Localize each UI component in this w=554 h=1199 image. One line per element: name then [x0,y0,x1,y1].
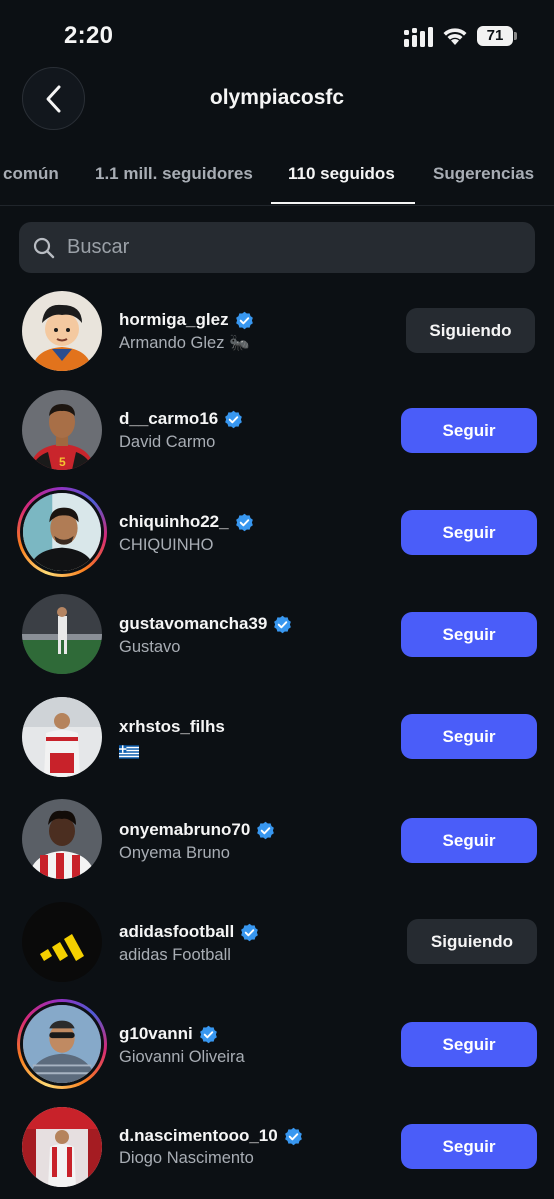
avatar-image [22,594,102,674]
follow-button[interactable]: Seguir [401,510,537,555]
username-text: hormiga_glez [119,310,229,329]
battery-level: 71 [486,27,504,44]
search-bar[interactable] [19,222,535,273]
following-button[interactable]: Siguiendo [407,919,537,964]
verified-badge-icon [235,311,253,329]
tab-followers[interactable]: 1.1 mill. seguidores [95,164,253,184]
avatar-image [22,697,102,777]
avatar[interactable] [22,697,102,777]
following-button[interactable]: Siguiendo [406,308,535,353]
follow-button[interactable]: Seguir [401,818,537,863]
username-text: d__carmo16 [119,409,219,428]
follow-button[interactable]: Seguir [401,408,537,453]
list-item[interactable]: g10vanni Giovanni Oliveira Seguir [0,994,554,1094]
username[interactable]: g10vanni [119,1024,218,1044]
follow-button[interactable]: Seguir [401,714,537,759]
username[interactable]: xrhstos_filhs [119,717,225,737]
svg-text:5: 5 [59,455,66,469]
wifi-icon [443,28,467,45]
verified-badge-icon [199,1025,217,1043]
battery-tip [514,32,517,40]
full-name: Onyema Bruno [119,844,230,862]
full-name: Giovanni Oliveira [119,1048,245,1066]
full-name [119,742,139,761]
tab-suggestions[interactable]: Sugerencias [433,164,534,184]
full-name: Armando Glez 🐜 [119,334,250,352]
verified-badge-icon [257,821,275,839]
search-icon [33,237,55,258]
username-text: adidasfootball [119,922,235,941]
avatar-image: 5 [22,390,102,470]
avatar-image [22,799,102,879]
username-text: d.nascimentooo_10 [119,1126,278,1145]
list-item[interactable]: onyemabruno70 Onyema Bruno Seguir [0,790,554,890]
username[interactable]: adidasfootball [119,922,259,942]
full-name: CHIQUINHO [119,536,214,554]
adidas-logo-icon [22,902,102,982]
avatar-with-story-ring[interactable] [17,999,107,1089]
cellular-signal-icon [404,27,433,47]
tab-bar: común 1.1 mill. seguidores 110 seguidos … [0,162,554,206]
username[interactable]: hormiga_glez [119,310,254,330]
avatar-image [23,493,101,571]
verified-badge-icon [274,615,292,633]
full-name: Diogo Nascimento [119,1149,254,1167]
greece-flag-icon [119,744,139,759]
verified-badge-icon [235,513,253,531]
avatar-image [23,1005,101,1083]
username[interactable]: chiquinho22_ [119,512,254,532]
avatar[interactable] [22,594,102,674]
verified-badge-icon [284,1127,302,1145]
avatar[interactable]: 5 [22,390,102,470]
page-title: olympiacosfc [209,86,345,109]
status-time: 2:20 [64,22,114,49]
username-text: gustavomancha39 [119,614,268,633]
list-item[interactable]: d.nascimentooo_10 Diogo Nascimento Segui… [0,1096,554,1196]
avatar[interactable] [22,902,102,982]
username[interactable]: d__carmo16 [119,409,243,429]
follow-button[interactable]: Seguir [401,1022,537,1067]
username[interactable]: gustavomancha39 [119,614,292,634]
full-name: Gustavo [119,638,181,656]
verified-badge-icon [241,923,259,941]
full-name: David Carmo [119,433,216,451]
follow-button[interactable]: Seguir [401,1124,537,1169]
tab-following[interactable]: 110 seguidos [288,164,395,184]
list-item[interactable]: chiquinho22_ CHIQUINHO Seguir [0,482,554,582]
verified-badge-icon [225,410,243,428]
search-input[interactable] [67,236,487,259]
username-text: chiquinho22_ [119,512,229,531]
follow-button[interactable]: Seguir [401,612,537,657]
avatar-image [22,291,102,371]
avatar[interactable] [22,291,102,371]
status-bar: 2:20 71 [0,0,554,72]
list-item[interactable]: adidasfootball adidas Football Siguiendo [0,892,554,992]
list-item[interactable]: 5 d__carmo16 David Carmo Seguir [0,380,554,480]
tab-common[interactable]: común [3,164,59,184]
username[interactable]: d.nascimentooo_10 [119,1126,303,1146]
avatar[interactable] [22,799,102,879]
username-text: g10vanni [119,1024,193,1043]
username-text: onyemabruno70 [119,820,251,839]
avatar-image [22,1107,102,1187]
list-item[interactable]: xrhstos_filhs Seguir [0,687,554,787]
username[interactable]: onyemabruno70 [119,820,275,840]
list-item[interactable]: gustavomancha39 Gustavo Seguir [0,585,554,685]
avatar-with-story-ring[interactable] [17,487,107,577]
list-item[interactable]: hormiga_glez Armando Glez 🐜 Siguiendo [0,280,554,380]
avatar[interactable] [22,1107,102,1187]
active-tab-indicator [271,202,415,204]
full-name: adidas Football [119,946,231,964]
username-text: xrhstos_filhs [119,717,225,736]
battery-indicator: 71 [477,26,517,46]
page: 2:20 71 olympiacosfc común 1.1 mill. seg [0,0,554,1199]
